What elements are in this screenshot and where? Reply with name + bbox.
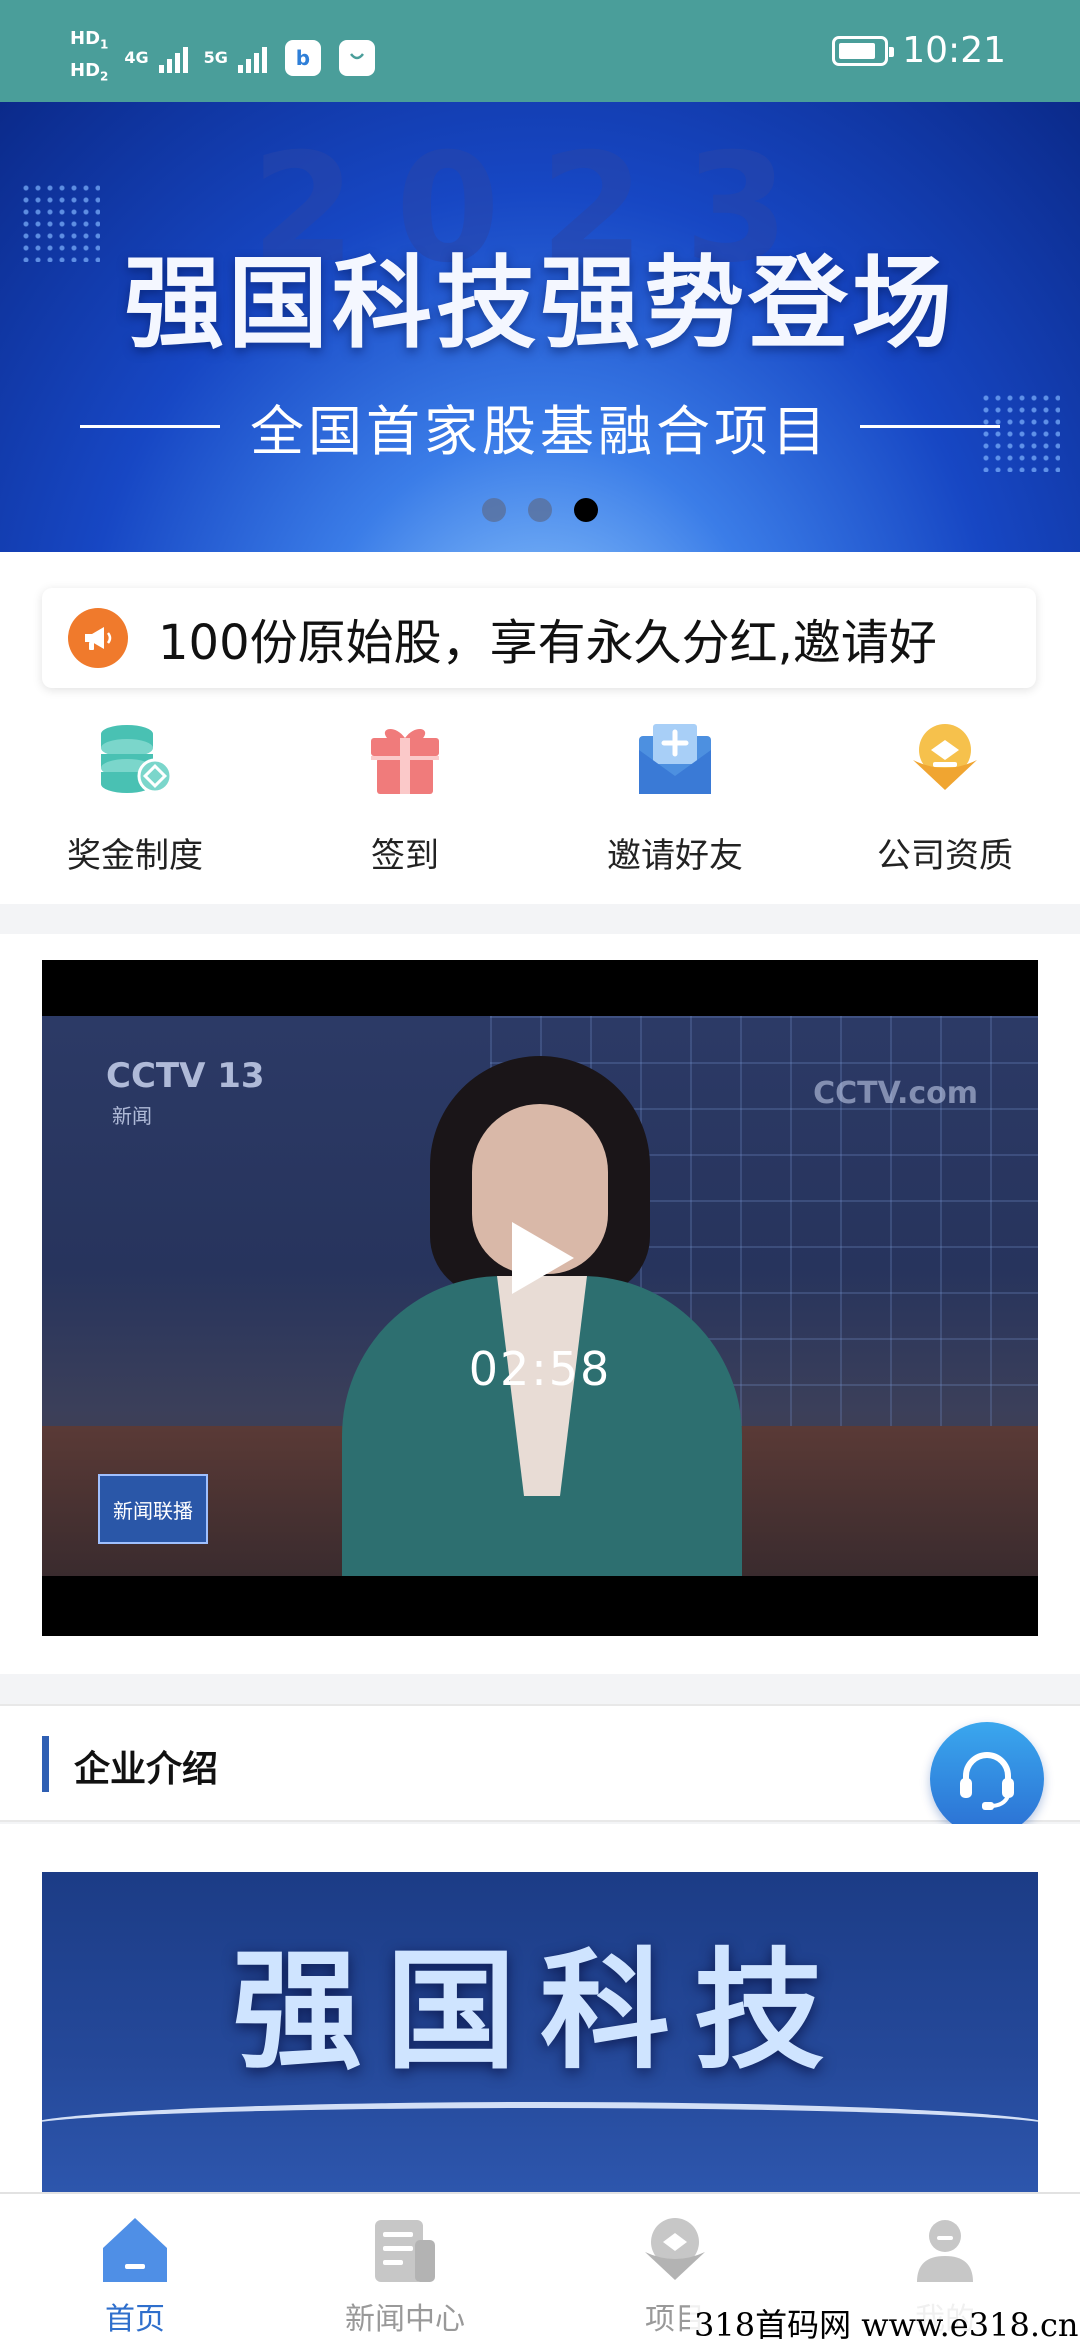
- divider: [80, 425, 220, 428]
- nav-news-center[interactable]: 新闻中心: [270, 2194, 540, 2340]
- shopping-bag-icon: [338, 39, 375, 76]
- certificate-icon: [913, 724, 977, 790]
- section-header: 企业介绍: [0, 1704, 1080, 1822]
- network-5g-label: 5G: [203, 48, 228, 68]
- notice-marquee[interactable]: 100份原始股，享有永久分红,邀请好: [42, 588, 1036, 688]
- signal-icon: [158, 43, 188, 73]
- nav-label: 首页: [105, 2302, 165, 2337]
- section-title: 企业介绍: [74, 1749, 219, 1790]
- status-right: 10:21: [832, 30, 1006, 71]
- megaphone-icon: [68, 608, 128, 668]
- carousel-indicators: [0, 498, 1080, 522]
- section-accent-bar: [42, 1736, 49, 1792]
- video-duration: 02:58: [468, 1342, 612, 1396]
- intro-decoration: [42, 2102, 1038, 2152]
- play-icon[interactable]: [512, 1222, 574, 1294]
- carousel-dot[interactable]: [574, 498, 598, 522]
- carousel-dot[interactable]: [482, 498, 506, 522]
- app-notification-icon: b: [284, 39, 321, 76]
- quick-invite-friends[interactable]: 邀请好友: [540, 720, 810, 890]
- project-icon: [645, 2218, 705, 2280]
- quick-label: 公司资质: [877, 836, 1013, 876]
- channel-sub-text: 新闻: [112, 1104, 152, 1128]
- signal-icon: [237, 43, 267, 73]
- profile-icon: [917, 2220, 973, 2282]
- hd2-indicator: HD2: [70, 59, 109, 84]
- watermark: 318首码网 www.e318.cn: [690, 2300, 1080, 2340]
- program-logo: 新闻联播: [98, 1474, 208, 1544]
- channel-logo-text: CCTV 13: [106, 1056, 265, 1096]
- banner-subtitle-row: 全国首家股基融合项目: [80, 387, 1000, 466]
- clock: 10:21: [902, 30, 1006, 71]
- carousel-dot[interactable]: [528, 498, 552, 522]
- hd-indicators: HD1 HD2: [70, 28, 108, 87]
- channel-logo: CCTV 13 新闻: [106, 1056, 265, 1129]
- news-icon: [375, 2220, 435, 2282]
- banner-carousel[interactable]: 2023 强国科技强势登场 全国首家股基融合项目: [0, 102, 1080, 552]
- headset-icon: [960, 1752, 1014, 1810]
- customer-service-button[interactable]: [930, 1722, 1044, 1836]
- banner-title: 强国科技强势登场: [124, 245, 956, 362]
- site-logo: CCTV.com: [813, 1076, 978, 1111]
- quick-actions: 奖金制度 签到 邀请好友 公司资质: [0, 720, 1080, 890]
- battery-icon: [832, 35, 895, 66]
- intro-image-text: 强国科技: [231, 1935, 848, 2087]
- video-thumbnail[interactable]: CCTV 13 新闻 CCTV.com 新闻联播: [42, 1016, 1038, 1576]
- hd1-indicator: HD1: [70, 28, 109, 52]
- quick-bonus-system[interactable]: 奖金制度: [0, 720, 270, 890]
- quick-label: 邀请好友: [607, 836, 743, 876]
- status-left: HD1 HD2 4G 5G b: [70, 28, 375, 87]
- home-icon: [103, 2218, 167, 2282]
- gift-icon: [371, 728, 439, 794]
- coin-stack-icon: [101, 725, 173, 794]
- status-bar: HD1 HD2 4G 5G b 10:21: [0, 0, 1080, 102]
- network-4g-label: 4G: [124, 48, 149, 68]
- quick-company-qualification[interactable]: 公司资质: [810, 720, 1080, 890]
- notice-text: 100份原始股，享有永久分红,邀请好: [158, 615, 937, 671]
- intro-image[interactable]: 强国科技: [42, 1872, 1038, 2192]
- quick-checkin[interactable]: 签到: [270, 720, 540, 890]
- banner-subtitle: 全国首家股基融合项目: [250, 400, 830, 463]
- quick-label: 奖金制度: [67, 836, 203, 876]
- quick-label: 签到: [371, 836, 439, 876]
- nav-label: 新闻中心: [345, 2302, 465, 2337]
- nav-home[interactable]: 首页: [0, 2194, 270, 2340]
- invite-mail-icon: [639, 724, 711, 794]
- divider: [860, 425, 1000, 428]
